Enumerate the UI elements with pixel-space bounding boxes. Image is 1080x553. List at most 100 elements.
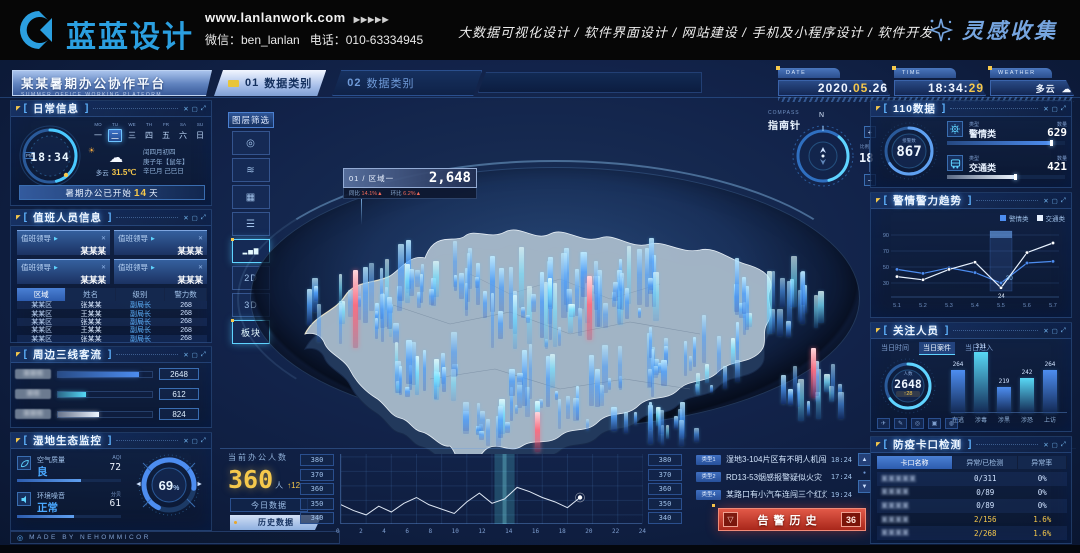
alert-history-banner[interactable]: ▽ 告警历史 36 xyxy=(718,508,866,531)
close-icon[interactable]: ✕ xyxy=(183,214,188,222)
window-icon[interactable]: ▢ xyxy=(1052,197,1058,205)
map-tooltip[interactable]: 01 / 区域一 2,648 同比 14.1%▲ 环比 6.2%▲ xyxy=(343,168,477,199)
data-bar xyxy=(363,267,368,323)
week-day[interactable]: TU二 xyxy=(108,122,122,142)
data-bar xyxy=(480,411,484,431)
duty-leader-card[interactable]: 值班领导▶✕某某某 xyxy=(17,230,110,255)
data-bar xyxy=(548,278,552,307)
focus-tab[interactable]: 当日时间 xyxy=(877,342,913,355)
focus-tab[interactable]: 当日案件 xyxy=(919,342,955,355)
close-icon[interactable]: ✕ xyxy=(183,351,188,359)
window-icon[interactable]: ▢ xyxy=(192,351,198,359)
close-icon[interactable]: ✕ xyxy=(1043,197,1048,205)
contact-block: www.lanlanwork.com▶▶▶▶▶ 微信：ben_lanlan 电话… xyxy=(205,10,423,48)
panel-duty-staff: ◤[值班人员信息] ✕▢⤢ 值班领导▶✕某某某值班领导▶✕某某某值班领导▶✕某某… xyxy=(10,209,212,343)
data-bar xyxy=(638,308,642,318)
window-icon[interactable]: ▢ xyxy=(192,105,198,113)
data-bar xyxy=(498,311,503,338)
week-day[interactable]: TH四 xyxy=(142,122,156,142)
duty-leader-card[interactable]: 值班领导▶✕某某某 xyxy=(114,230,207,255)
alert-data-bar xyxy=(535,412,540,452)
plane-icon[interactable]: ✈ xyxy=(877,418,890,429)
svg-text:5.5: 5.5 xyxy=(997,303,1005,309)
office-ytick: 360 xyxy=(300,483,334,495)
data-bar xyxy=(735,360,740,383)
target-icon[interactable]: ◎ xyxy=(911,418,924,429)
alert-row[interactable]: 类型1湿地3-104片区有不明人机闯入18:24 xyxy=(696,453,852,466)
tooltip-value: 2,648 xyxy=(429,170,471,186)
data-bar xyxy=(723,366,727,389)
expand-icon[interactable]: ⤢ xyxy=(201,214,206,222)
week-day-en: SA xyxy=(176,122,190,127)
collect-badge[interactable]: 灵感收集 xyxy=(928,15,1058,45)
checkpoint-row: 某某某某0/890% xyxy=(877,499,1067,513)
tab-data-category-01[interactable]: 01数据类别 xyxy=(214,70,326,96)
week-day[interactable]: MO一 xyxy=(91,122,105,142)
duty-leader-card[interactable]: 值班领导▶✕某某某 xyxy=(114,259,207,284)
checkpoint-name: 某某某某 xyxy=(877,528,953,538)
window-icon[interactable]: ▢ xyxy=(192,437,198,445)
data-bar xyxy=(791,256,797,307)
panel-title: 警情警力趋势 xyxy=(893,193,962,208)
window-icon[interactable]: ▢ xyxy=(1052,105,1058,113)
duty-leader-card[interactable]: 值班领导▶✕某某某 xyxy=(17,259,110,284)
week-day[interactable]: FR五 xyxy=(159,122,173,142)
week-day[interactable]: WE三 xyxy=(125,122,139,142)
expand-icon[interactable]: ⤢ xyxy=(1061,105,1066,113)
panel-title: 关注人员 xyxy=(893,323,939,338)
expand-icon[interactable]: ⤢ xyxy=(201,437,206,445)
expand-icon[interactable]: ⤢ xyxy=(1061,327,1066,335)
duty-col-header: 姓名 xyxy=(66,288,115,301)
expand-icon[interactable]: ⤢ xyxy=(1061,441,1066,449)
edit-icon[interactable]: ✎ xyxy=(894,418,907,429)
focus-bar: 311涉毒 xyxy=(974,352,988,413)
focus-bar-value: 311 xyxy=(974,343,988,350)
close-icon[interactable]: ✕ xyxy=(198,235,203,242)
checkpoint-ratio: 0/311 xyxy=(953,474,1018,483)
close-icon[interactable]: ✕ xyxy=(1043,105,1048,113)
close-icon[interactable]: ✕ xyxy=(1043,327,1048,335)
trend-line-chart: 9070503030245.15.25.35.45.55.65.7 xyxy=(877,223,1065,320)
alert-row[interactable]: 类型4某路口有小汽车连闯三个红灯19:24 xyxy=(696,488,852,501)
office-xtick: 20 xyxy=(585,528,592,535)
tab-number: 01 xyxy=(245,77,259,89)
close-icon[interactable]: ✕ xyxy=(101,235,106,242)
window-icon[interactable]: ▢ xyxy=(1052,441,1058,449)
window-icon[interactable]: ▢ xyxy=(192,214,198,222)
close-icon[interactable]: ✕ xyxy=(101,264,106,271)
data-bar xyxy=(429,289,434,305)
tab-data-category-02[interactable]: 02数据类别 xyxy=(332,70,482,96)
expand-icon[interactable]: ⤢ xyxy=(1061,197,1066,205)
alert-row[interactable]: 类型2RD13-53烟感报警疑似火灾17:24 xyxy=(696,471,852,484)
close-icon[interactable]: ✕ xyxy=(198,264,203,271)
data-bar xyxy=(348,290,353,317)
week-day[interactable]: SA六 xyxy=(176,122,190,142)
data-bar xyxy=(624,412,628,433)
expand-icon[interactable]: ⤢ xyxy=(201,105,206,113)
svg-text:30: 30 xyxy=(883,281,889,287)
window-icon[interactable]: ▢ xyxy=(1052,327,1058,335)
close-icon[interactable]: ✕ xyxy=(183,437,188,445)
close-icon[interactable]: ✕ xyxy=(183,105,188,113)
corner-tick xyxy=(776,66,780,70)
week-row: MO一TU二WE三TH四FR五SA六SU日 xyxy=(91,122,207,142)
data-bar xyxy=(801,271,806,305)
today-data-button[interactable]: 今日数据 xyxy=(230,498,308,512)
leaf-icon xyxy=(17,456,31,470)
duty-cell: 268 xyxy=(165,327,207,334)
data-bar xyxy=(702,315,706,363)
header-deco-bar xyxy=(478,72,702,93)
data-bar xyxy=(742,277,747,314)
close-icon[interactable]: ✕ xyxy=(1043,441,1048,449)
duty-table-header: 区域姓名级别警力数 xyxy=(17,288,207,301)
expand-icon[interactable]: ⤢ xyxy=(201,351,206,359)
duty-role: 值班领导 xyxy=(21,262,51,273)
focus-bar-category: 涉黑 xyxy=(997,415,1011,424)
data-bar xyxy=(694,428,699,442)
week-day[interactable]: SU日 xyxy=(193,122,207,142)
website-link[interactable]: www.lanlanwork.com xyxy=(205,10,346,25)
card-icon[interactable]: ▣ xyxy=(928,418,941,429)
office-xaxis-ticks: 024681012141618202224 xyxy=(336,528,646,535)
week-day-en: SU xyxy=(193,122,207,127)
duty-card-role-row: 值班领导▶✕ xyxy=(118,233,203,244)
